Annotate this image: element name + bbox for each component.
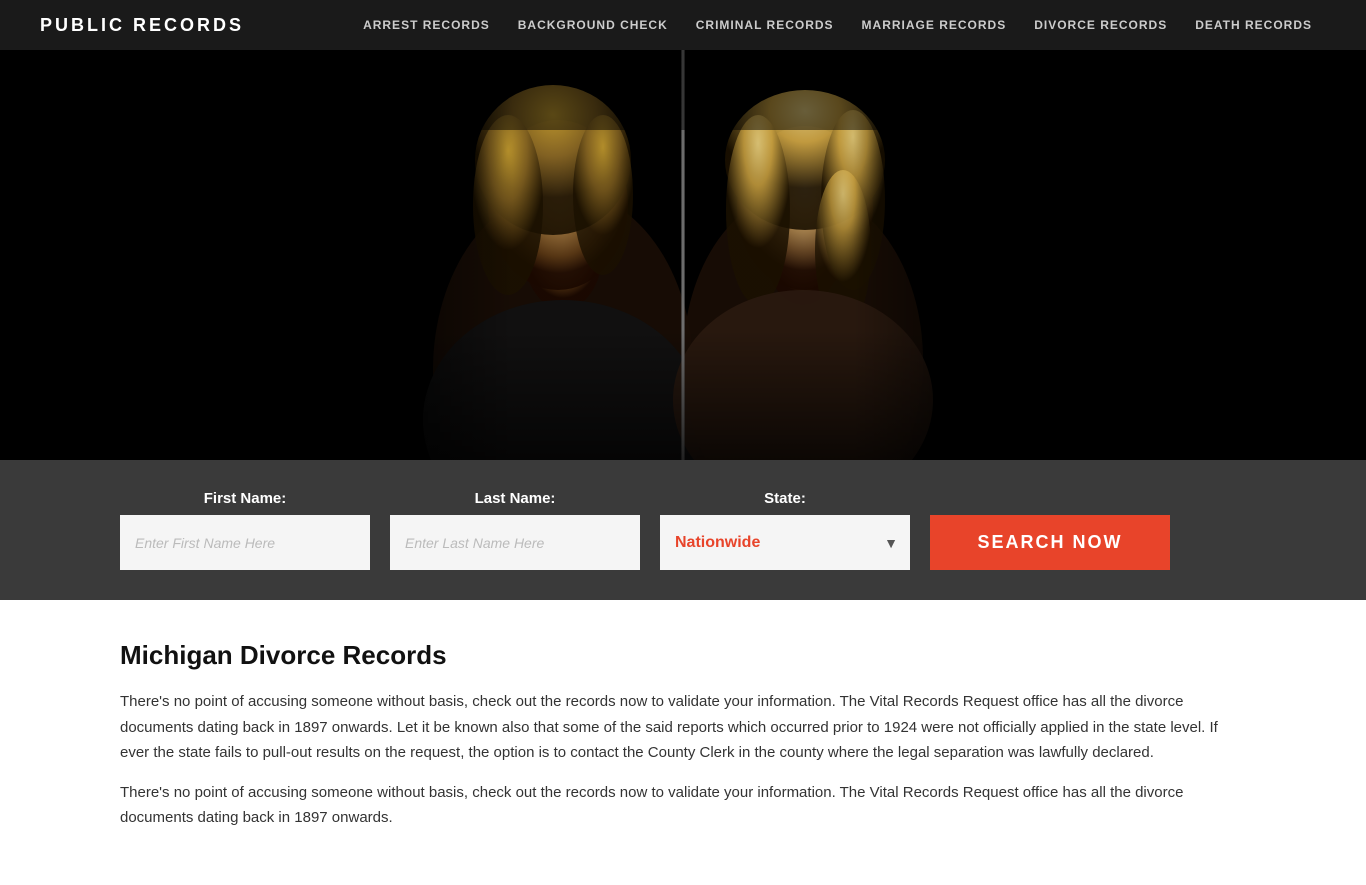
last-name-input[interactable]	[390, 515, 640, 570]
nav-background-check[interactable]: BACKGROUND CHECK	[504, 18, 682, 32]
main-nav: ARREST RECORDS BACKGROUND CHECK CRIMINAL…	[349, 18, 1326, 32]
state-select[interactable]: NationwideAlabamaAlaskaArizonaArkansasCa…	[660, 515, 910, 570]
content-paragraph-1: There's no point of accusing someone wit…	[120, 689, 1246, 766]
nav-marriage-records[interactable]: MARRIAGE RECORDS	[848, 18, 1021, 32]
last-name-label: Last Name:	[390, 490, 640, 507]
nav-criminal-records[interactable]: CRIMINAL RECORDS	[682, 18, 848, 32]
first-name-field: First Name:	[120, 490, 370, 570]
state-field: State: NationwideAlabamaAlaskaArizonaArk…	[660, 490, 910, 570]
first-name-input[interactable]	[120, 515, 370, 570]
site-header: PUBLIC RECORDS ARREST RECORDS BACKGROUND…	[0, 0, 1366, 50]
nav-arrest-records[interactable]: ARREST RECORDS	[349, 18, 504, 32]
hero-image	[333, 50, 1033, 460]
state-select-wrapper: NationwideAlabamaAlaskaArizonaArkansasCa…	[660, 515, 910, 570]
hero-section	[0, 50, 1366, 460]
content-section: Michigan Divorce Records There's no poin…	[0, 600, 1366, 885]
last-name-field: Last Name:	[390, 490, 640, 570]
nav-death-records[interactable]: DEATH RECORDS	[1181, 18, 1326, 32]
content-paragraph-2: There's no point of accusing someone wit…	[120, 780, 1246, 831]
state-label: State:	[660, 490, 910, 507]
search-section: First Name: Last Name: State: Nationwide…	[0, 460, 1366, 600]
first-name-label: First Name:	[120, 490, 370, 507]
page-title: Michigan Divorce Records	[120, 640, 1246, 671]
site-logo: PUBLIC RECORDS	[40, 15, 244, 36]
search-now-button[interactable]: SEARCH NOW	[930, 515, 1170, 570]
nav-divorce-records[interactable]: DIVORCE RECORDS	[1020, 18, 1181, 32]
